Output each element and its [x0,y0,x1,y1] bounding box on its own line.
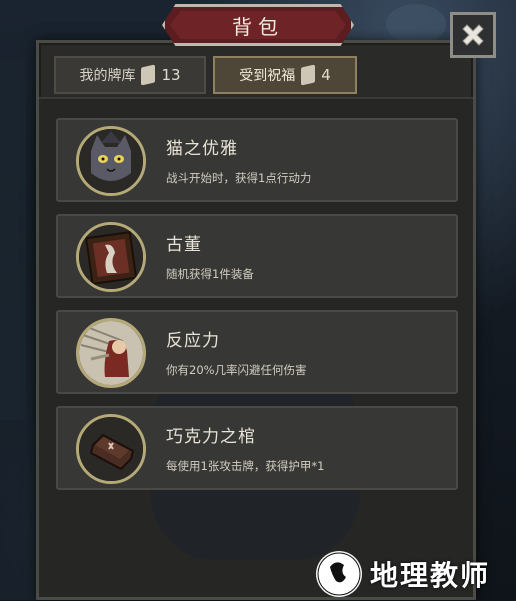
tab-my-deck-label: 我的牌库 [79,68,136,84]
tab-my-deck[interactable]: 我的牌库 13 [54,56,206,94]
page-title: 背包 [232,14,284,39]
antique-painting-icon [76,222,146,292]
blessing-item[interactable]: 反应力 你有20%几率闪避任何伤害 [56,310,458,394]
blessing-description: 随机获得1件装备 [166,267,254,281]
watermark: 地理教师 [316,548,516,600]
blessing-description: 战斗开始时，获得1点行动力 [166,171,312,185]
blessing-item[interactable]: 古董 随机获得1件装备 [56,214,458,298]
tab-blessings-count: 4 [321,66,331,84]
title-banner: 背包 [162,4,354,46]
background-tree [0,60,26,420]
tab-blessings[interactable]: 受到祝福 4 [213,56,357,94]
cat-icon [76,126,146,196]
tab-blessings-label: 受到祝福 [239,68,296,84]
blessing-description: 每使用1张攻击牌，获得护甲*1 [166,459,325,473]
chocolate-coffin-icon [76,414,146,484]
blessing-item[interactable]: 巧克力之棺 每使用1张攻击牌，获得护甲*1 [56,406,458,490]
close-button[interactable] [450,12,496,58]
blessing-name: 猫之优雅 [166,139,238,159]
moon [386,4,446,44]
dodge-icon [76,318,146,388]
blessing-name: 古董 [166,235,202,255]
close-icon [462,24,484,46]
tab-my-deck-count: 13 [161,66,181,84]
blessing-description: 你有20%几率闪避任何伤害 [166,363,307,377]
watermark-text: 地理教师 [370,559,491,592]
card-icon [301,64,316,86]
globe-logo [316,551,362,597]
blessing-name: 反应力 [166,331,220,351]
blessing-name: 巧克力之棺 [166,427,256,447]
card-icon [141,64,156,86]
blessing-item[interactable]: 猫之优雅 战斗开始时，获得1点行动力 [56,118,458,202]
